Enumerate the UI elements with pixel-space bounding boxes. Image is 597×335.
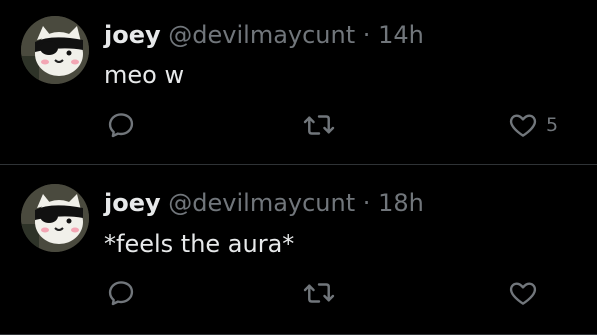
like-button[interactable]: 5 <box>508 110 558 140</box>
display-name[interactable]: joey <box>104 21 161 49</box>
reply-icon <box>108 113 134 138</box>
like-button[interactable] <box>508 278 546 308</box>
retweet-button[interactable] <box>302 110 336 140</box>
heart-icon <box>509 282 537 305</box>
user-handle[interactable]: @devilmaycunt <box>168 189 355 217</box>
tweet-header: joey @devilmaycunt · 14h <box>104 20 424 50</box>
avatar[interactable] <box>21 184 89 252</box>
timestamp[interactable]: 18h <box>378 189 424 217</box>
tweet-text: meo w <box>104 61 185 89</box>
reply-button[interactable] <box>106 110 136 140</box>
user-handle[interactable]: @devilmaycunt <box>168 21 355 49</box>
retweet-icon <box>303 115 335 135</box>
display-name[interactable]: joey <box>104 189 161 217</box>
avatar[interactable] <box>21 16 89 84</box>
cat-avatar-icon <box>21 184 89 252</box>
cat-avatar-icon <box>21 16 89 84</box>
like-count: 5 <box>546 114 559 136</box>
separator: · <box>362 189 371 217</box>
timestamp[interactable]: 14h <box>378 21 424 49</box>
separator: · <box>362 21 371 49</box>
tweet[interactable]: joey @devilmaycunt · 14h meo w 5 <box>0 0 597 165</box>
tweet-text: *feels the aura* <box>104 230 295 258</box>
reply-icon <box>108 281 134 306</box>
heart-icon <box>509 114 537 137</box>
tweet[interactable]: joey @devilmaycunt · 18h *feels the aura… <box>0 165 597 335</box>
reply-button[interactable] <box>106 278 136 308</box>
tweet-header: joey @devilmaycunt · 18h <box>104 188 424 218</box>
retweet-icon <box>303 283 335 303</box>
retweet-button[interactable] <box>302 278 336 308</box>
